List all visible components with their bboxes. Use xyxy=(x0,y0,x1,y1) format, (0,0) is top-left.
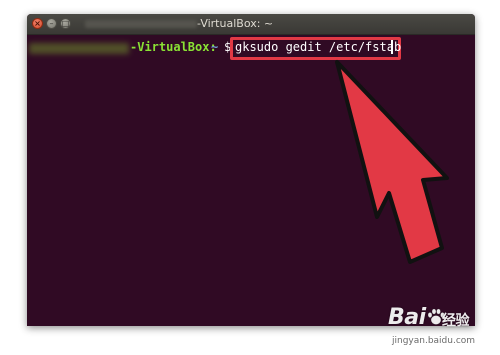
minimize-icon[interactable]: – xyxy=(46,18,57,29)
close-icon[interactable]: × xyxy=(32,18,43,29)
command-text[interactable]: gksudo gedit /etc/fstab xyxy=(235,40,401,54)
watermark-logo-prefix: Bai xyxy=(388,305,426,330)
prompt-host: -VirtualBox: xyxy=(130,40,217,54)
redacted-prompt-user xyxy=(29,43,129,54)
prompt-path: ~ xyxy=(211,40,219,54)
redacted-username xyxy=(85,20,197,28)
window-titlebar[interactable]: × – □ -VirtualBox: ~ xyxy=(27,14,475,35)
terminal-body[interactable]: -VirtualBox: ~ $ gksudo gedit /etc/fstab xyxy=(27,35,475,326)
watermark-url: jingyan.baidu.com xyxy=(392,336,476,346)
watermark-logo-suffix: 经验 xyxy=(442,313,470,329)
watermark: Bai 经验 jingyan.baidu.com xyxy=(388,305,498,353)
window-title: -VirtualBox: ~ xyxy=(197,17,274,30)
maximize-icon[interactable]: □ xyxy=(60,18,71,29)
text-cursor xyxy=(391,40,393,54)
screenshot-stage: × – □ -VirtualBox: ~ -VirtualBox: ~ $ gk… xyxy=(0,0,500,355)
watermark-logo: Bai 经验 xyxy=(388,305,470,330)
terminal-window[interactable]: × – □ -VirtualBox: ~ -VirtualBox: ~ $ gk… xyxy=(27,14,475,326)
